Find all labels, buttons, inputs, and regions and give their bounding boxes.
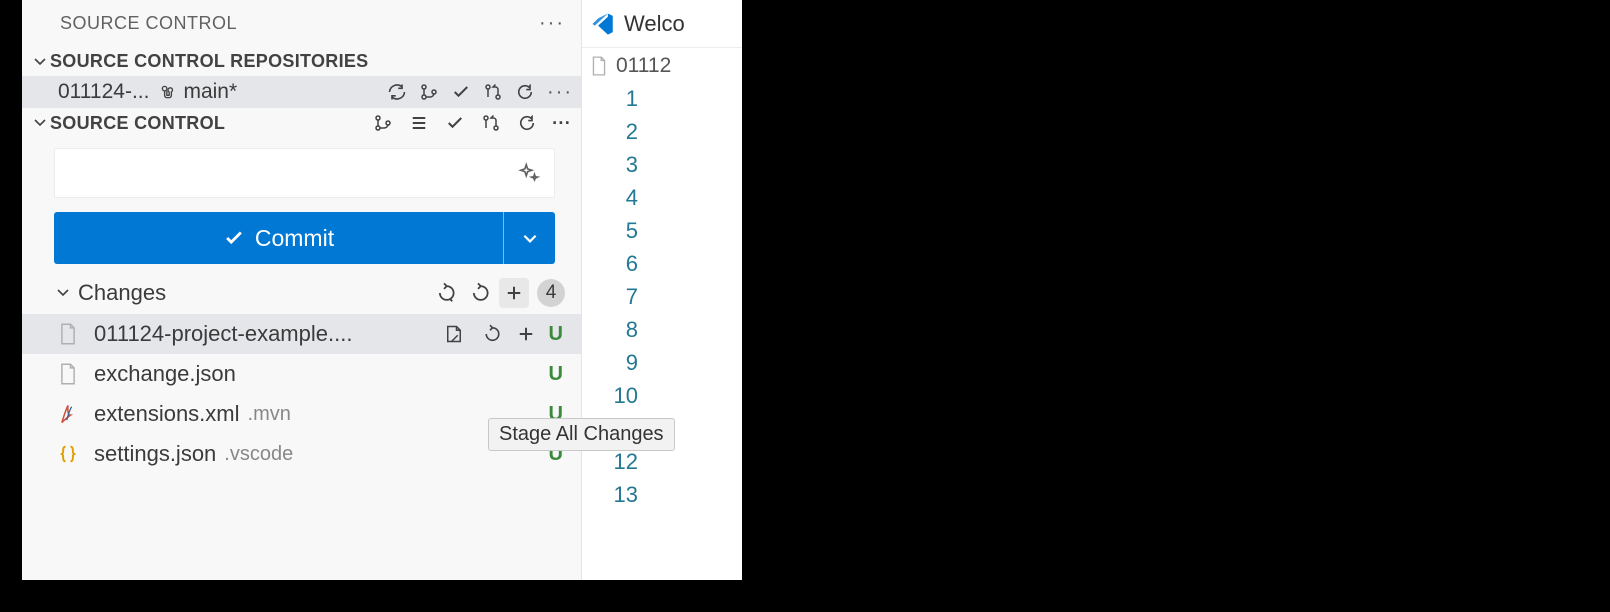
file-icon [56, 322, 80, 346]
file-dir: .mvn [248, 403, 291, 426]
sparkle-icon[interactable] [518, 162, 540, 184]
file-name: extensions.xml [94, 401, 240, 427]
plus-icon [504, 283, 524, 303]
list-icon[interactable] [408, 112, 430, 134]
source-control-sidebar: SOURCE CONTROL ··· SOURCE CONTROL REPOSI… [22, 0, 582, 580]
section-header-repos[interactable]: SOURCE CONTROL REPOSITORIES [22, 47, 581, 76]
panel-title-row: SOURCE CONTROL ··· [22, 0, 581, 47]
breadcrumb[interactable]: 01112 [582, 48, 742, 80]
graph-icon[interactable] [419, 82, 439, 102]
repo-name: 011124-... [58, 80, 149, 104]
section-title-scm: SOURCE CONTROL [50, 113, 225, 134]
branch-name: main* [183, 80, 237, 104]
pr-icon[interactable] [483, 82, 503, 102]
open-file-icon[interactable] [441, 321, 467, 347]
repo-more-icon[interactable]: ··· [547, 81, 573, 104]
commit-button[interactable]: Commit [54, 212, 555, 264]
tab-welcome[interactable]: Welco [624, 11, 685, 37]
changes-count-badge: 4 [537, 279, 565, 307]
changes-label: Changes [78, 280, 166, 306]
file-name: exchange.json [94, 361, 236, 387]
stage-icon[interactable] [513, 321, 539, 347]
commit-label: Commit [255, 225, 334, 252]
line-number: 5 [606, 214, 638, 247]
pull-request-icon[interactable] [480, 112, 502, 134]
sync-icon[interactable] [387, 82, 407, 102]
commit-message-input[interactable] [54, 148, 555, 198]
git-branch-icon [159, 83, 177, 101]
stage-all-button[interactable] [499, 278, 529, 308]
check-icon [223, 227, 245, 249]
breadcrumb-text: 01112 [616, 54, 671, 78]
discard-icon[interactable] [477, 321, 503, 347]
line-number: 2 [606, 115, 638, 148]
vscode-logo-icon [590, 11, 616, 37]
section-header-scm[interactable]: SOURCE CONTROL ··· [22, 108, 581, 138]
scm-more-icon[interactable]: ··· [552, 113, 571, 134]
file-name: 011124-project-example.... [94, 321, 352, 347]
line-number: 3 [606, 148, 638, 181]
line-number: 10 [606, 379, 638, 412]
more-icon[interactable]: ··· [539, 12, 565, 35]
chevron-down-icon [52, 285, 74, 301]
line-number: 7 [606, 280, 638, 313]
check-icon[interactable] [451, 82, 471, 102]
file-icon [56, 362, 80, 386]
refresh-icon[interactable] [515, 82, 535, 102]
panel-title: SOURCE CONTROL [60, 13, 237, 34]
chevron-down-icon [30, 54, 50, 70]
chevron-down-icon [521, 229, 539, 247]
file-status: U [549, 323, 563, 346]
file-name: settings.json [94, 441, 216, 467]
changes-section-header[interactable]: Changes 4 [22, 264, 581, 314]
section-title-repos: SOURCE CONTROL REPOSITORIES [50, 51, 368, 72]
tab-bar: Welco [582, 0, 742, 48]
tree-icon[interactable] [372, 112, 394, 134]
tooltip-stage-all: Stage All Changes [488, 418, 675, 451]
file-row[interactable]: exchange.json U [22, 354, 581, 394]
discard-all-icon[interactable] [465, 280, 491, 306]
line-number: 13 [606, 478, 638, 511]
line-number: 1 [606, 82, 638, 115]
editor-area: Welco 01112 1 2 3 4 5 6 7 8 9 10 11 12 1… [582, 0, 742, 580]
commit-split-button[interactable] [503, 212, 555, 264]
scm-refresh-icon[interactable] [516, 112, 538, 134]
repo-row[interactable]: 011124-... main* ··· [22, 76, 581, 108]
line-number: 9 [606, 346, 638, 379]
maven-file-icon [56, 402, 80, 426]
chevron-down-icon [30, 115, 50, 131]
file-dir: .vscode [224, 443, 293, 466]
file-row[interactable]: 011124-project-example.... U [22, 314, 581, 354]
discard-all-stash-icon[interactable] [431, 280, 457, 306]
file-icon [590, 56, 608, 76]
line-number: 6 [606, 247, 638, 280]
file-status: U [549, 363, 563, 386]
line-number: 4 [606, 181, 638, 214]
branch-indicator[interactable]: main* [159, 80, 237, 104]
line-number: 8 [606, 313, 638, 346]
json-file-icon [56, 442, 80, 466]
commit-check-icon[interactable] [444, 112, 466, 134]
